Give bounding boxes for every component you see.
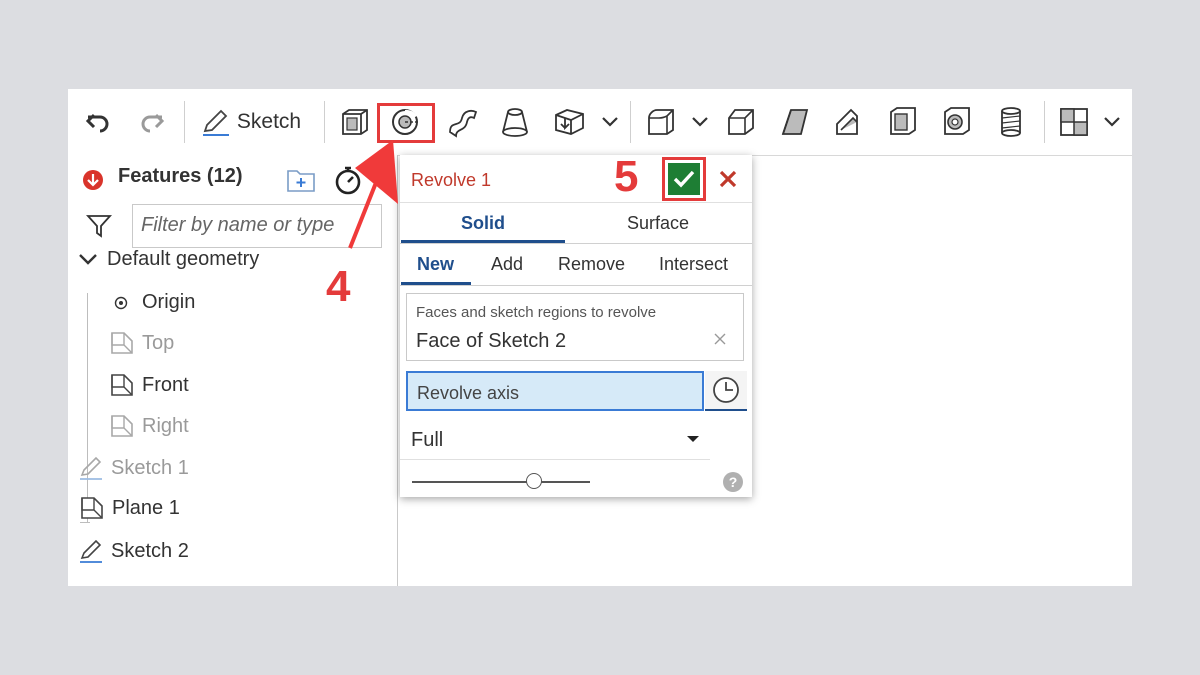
step-4-callout: 4: [326, 262, 351, 311]
clear-selection-icon[interactable]: [711, 330, 729, 348]
tree-item-sketch-1[interactable]: Sketch 1: [78, 455, 189, 481]
tree-item-label: Right: [142, 414, 189, 437]
toolbar-divider: [630, 101, 631, 143]
tree-item-front-plane[interactable]: Front: [110, 373, 189, 397]
feature-toolbar: Sketch: [68, 89, 1132, 156]
loft-icon[interactable]: [496, 101, 534, 143]
tree-item-label: Origin: [142, 291, 196, 313]
view-grid-icon[interactable]: [1056, 101, 1092, 143]
pencil-icon: [202, 109, 229, 136]
op-intersect[interactable]: Intersect: [659, 243, 728, 285]
sketch-icon: [80, 539, 102, 563]
sketch-label: Sketch: [236, 110, 302, 133]
tree-item-label: Sketch 1: [111, 456, 189, 479]
checkmark-icon: [673, 170, 695, 188]
tree-item-default-geometry[interactable]: Default geometry: [78, 248, 259, 271]
origin-icon: [114, 296, 128, 309]
dialog-title: Revolve 1: [411, 170, 492, 190]
redo-icon[interactable]: [134, 101, 170, 143]
app-window: Sketch Features (12) Filter by name or t…: [68, 89, 1132, 586]
tree-item-label: Sketch 2: [111, 539, 189, 562]
hole-icon[interactable]: [938, 101, 976, 143]
faces-value: Face of Sketch 2: [416, 330, 567, 352]
confirm-button[interactable]: [662, 157, 706, 201]
shell-icon[interactable]: [884, 101, 922, 143]
plane-icon: [81, 497, 103, 519]
toolbar-divider: [324, 101, 325, 143]
collapse-panel-icon[interactable]: [82, 169, 104, 196]
clock-axis-icon: [713, 377, 739, 403]
filter-input[interactable]: Filter by name or type: [132, 204, 382, 248]
rollback-timer-icon[interactable]: [334, 165, 364, 200]
op-add[interactable]: Add: [491, 243, 523, 285]
plane-icon: [111, 415, 133, 437]
tree-connector: [87, 293, 88, 523]
faces-label: Faces and sketch regions to revolve: [416, 304, 657, 321]
chevron-down-icon[interactable]: [686, 101, 714, 143]
draft-icon[interactable]: [776, 101, 814, 143]
body-type-tabs: Solid Surface: [400, 202, 752, 244]
revolve-highlight: [377, 103, 435, 143]
cancel-button[interactable]: [714, 165, 742, 193]
tree-item-label: Default geometry: [107, 248, 260, 270]
op-new[interactable]: New: [417, 243, 454, 285]
extrude-icon[interactable]: [336, 101, 374, 143]
end-type-value: Full: [411, 429, 444, 451]
help-icon[interactable]: ?: [723, 472, 743, 492]
tree-item-sketch-2[interactable]: Sketch 2: [78, 538, 189, 564]
chevron-down-icon[interactable]: [596, 101, 624, 143]
thicken-icon[interactable]: [550, 101, 590, 143]
sketch-button[interactable]: Sketch: [196, 101, 306, 143]
add-folder-icon[interactable]: [286, 167, 316, 198]
feature-list-panel: Features (12) Filter by name or type Def…: [68, 155, 398, 586]
operation-tabs: New Add Remove Intersect: [400, 243, 752, 286]
fillet-icon[interactable]: [642, 101, 680, 143]
thread-icon[interactable]: [992, 101, 1030, 143]
undo-icon[interactable]: [80, 101, 116, 143]
revolve-axis-label: Revolve axis: [417, 383, 520, 403]
tab-solid[interactable]: Solid: [401, 203, 565, 243]
close-icon: [719, 170, 737, 188]
chamfer-icon[interactable]: [722, 101, 760, 143]
tree-item-label: Front: [142, 373, 189, 396]
features-title: Features (12): [118, 165, 243, 187]
tree-item-label: Top: [142, 331, 175, 354]
tab-surface[interactable]: Surface: [576, 203, 740, 243]
filter-icon: [85, 213, 113, 244]
axis-options-button[interactable]: [705, 371, 747, 411]
tree-item-plane-1[interactable]: Plane 1: [80, 496, 180, 520]
tree-connector: [80, 522, 90, 523]
step-5-callout: 5: [614, 152, 639, 201]
end-type-select[interactable]: Full: [400, 421, 710, 460]
faces-selection-field[interactable]: Faces and sketch regions to revolve Face…: [406, 293, 744, 361]
tree-item-label: Plane 1: [112, 496, 180, 519]
dropdown-arrow-icon: [687, 436, 699, 442]
sketch-icon: [80, 456, 102, 480]
sweep-icon[interactable]: [444, 101, 482, 143]
toolbar-divider: [1044, 101, 1045, 143]
active-op-indicator: [401, 282, 471, 285]
slider-thumb[interactable]: [526, 473, 542, 489]
plane-icon: [111, 374, 133, 396]
slider-track[interactable]: [412, 481, 590, 483]
tree-item-top-plane[interactable]: Top: [110, 331, 174, 355]
chevron-down-icon[interactable]: [1098, 101, 1126, 143]
revolve-dialog: Revolve 1 Solid Surface New Add Remove I…: [400, 155, 752, 497]
op-remove[interactable]: Remove: [558, 243, 625, 285]
chevron-down-icon: [79, 253, 97, 265]
tree-item-origin[interactable]: Origin: [114, 291, 195, 314]
rib-icon[interactable]: [830, 101, 868, 143]
tree-item-right-plane[interactable]: Right: [110, 414, 189, 438]
plane-icon: [111, 332, 133, 354]
toolbar-divider: [184, 101, 185, 143]
revolve-axis-field[interactable]: Revolve axis: [406, 371, 704, 411]
